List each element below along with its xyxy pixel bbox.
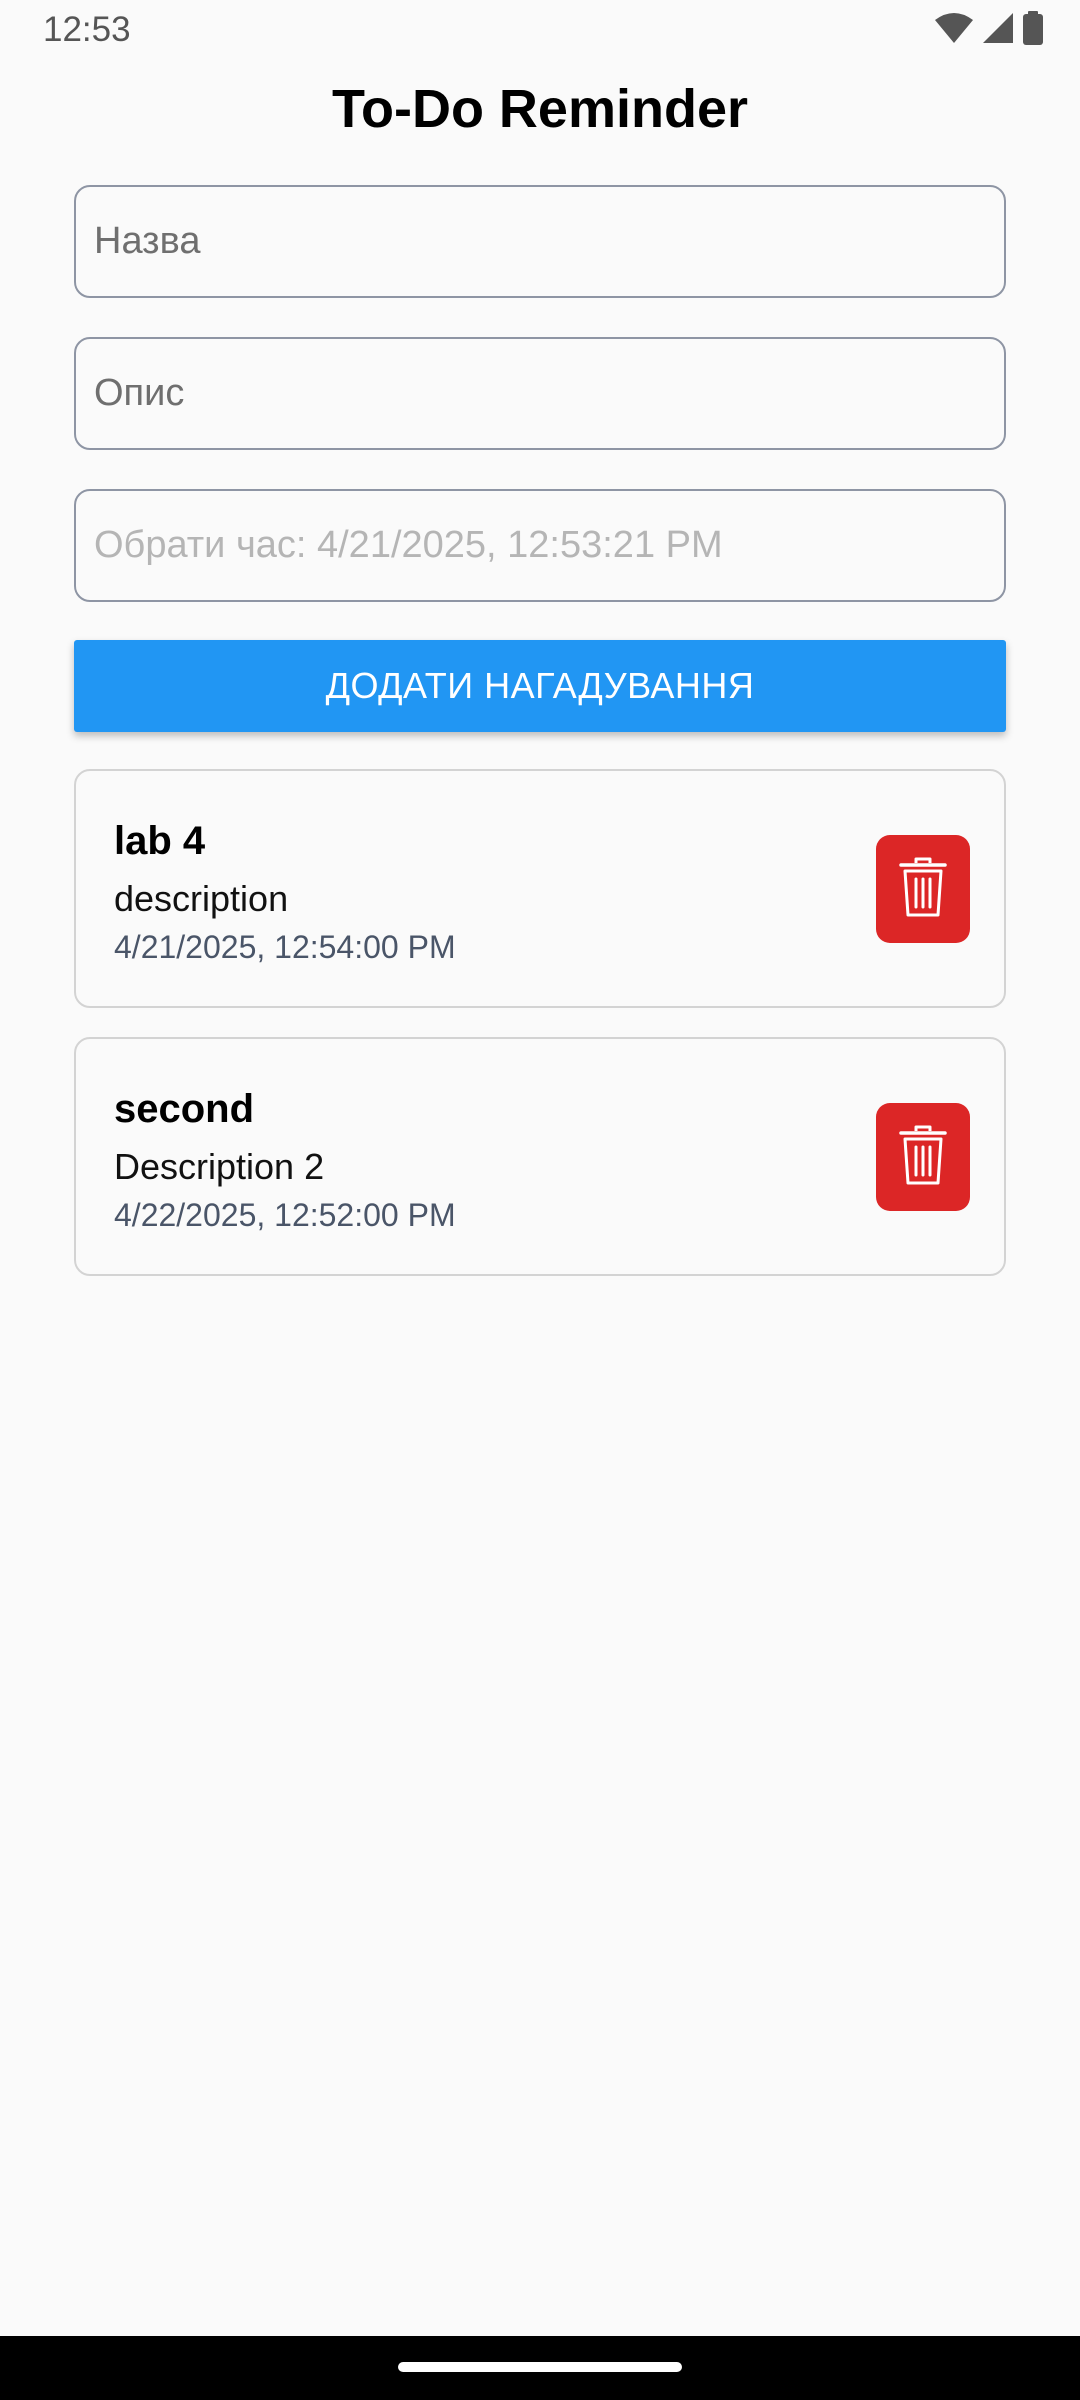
page-title: To-Do Reminder xyxy=(332,79,748,139)
time-picker-input[interactable] xyxy=(74,489,1006,602)
home-gesture-handle[interactable] xyxy=(398,2362,682,2372)
reminder-description: Description 2 xyxy=(114,1146,325,1187)
navigation-bar xyxy=(0,2336,1080,2400)
trash-icon xyxy=(898,1125,948,1190)
reminder-card: second Description 2 4/22/2025, 12:52:00… xyxy=(74,1037,1006,1276)
status-time: 12:53 xyxy=(43,10,131,49)
reminder-title: lab 4 xyxy=(114,819,206,863)
title-input[interactable] xyxy=(74,185,1006,298)
trash-icon xyxy=(898,857,948,922)
description-input[interactable] xyxy=(74,337,1006,450)
signal-icon xyxy=(982,12,1014,49)
delete-reminder-button[interactable] xyxy=(876,1103,970,1211)
add-reminder-button[interactable]: ДОДАТИ НАГАДУВАННЯ xyxy=(74,640,1006,732)
delete-reminder-button[interactable] xyxy=(876,835,970,943)
reminder-time: 4/21/2025, 12:54:00 PM xyxy=(114,929,456,965)
wifi-icon xyxy=(934,12,974,49)
status-icons xyxy=(934,10,1044,50)
status-bar: 12:53 xyxy=(0,0,1080,60)
reminder-description: description xyxy=(114,878,289,919)
reminder-card: lab 4 description 4/21/2025, 12:54:00 PM xyxy=(74,769,1006,1008)
reminder-time: 4/22/2025, 12:52:00 PM xyxy=(114,1197,456,1233)
battery-icon xyxy=(1022,10,1044,50)
reminder-title: second xyxy=(114,1087,255,1131)
